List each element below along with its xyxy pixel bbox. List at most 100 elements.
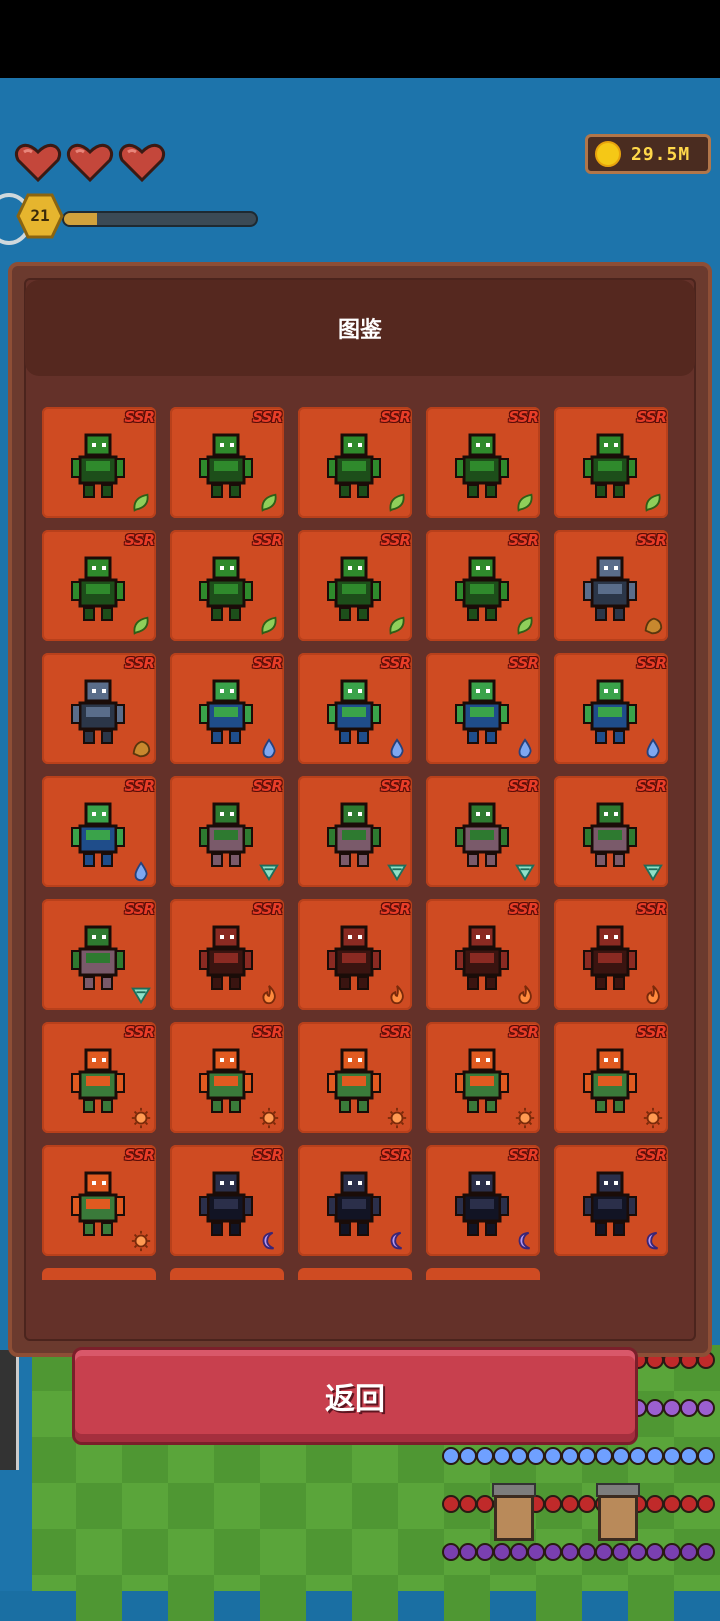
flower <box>629 1447 647 1465</box>
creature-card[interactable]: SSR <box>554 1145 668 1256</box>
fire-elemental-sprite <box>71 1048 125 1113</box>
creature-card[interactable]: SSR <box>426 1022 540 1133</box>
water-icon <box>390 738 404 759</box>
bat-sprite <box>583 802 637 867</box>
rarity-badge: SSR <box>508 1146 539 1164</box>
armored-wraith-sprite <box>583 1171 637 1236</box>
creature-card[interactable]: SSR <box>42 899 156 1010</box>
creature-card[interactable]: SSR <box>170 653 284 764</box>
flower <box>595 1543 613 1561</box>
rarity-badge: SSR <box>124 654 155 672</box>
leaf-icon <box>261 493 277 512</box>
creature-card[interactable]: SSR <box>298 1022 412 1133</box>
creature-card[interactable]: SSR <box>426 653 540 764</box>
sun-icon <box>131 1230 151 1252</box>
flower <box>680 1399 698 1417</box>
creature-card[interactable]: SSR <box>298 407 412 518</box>
creature-card[interactable]: SSR <box>170 1145 284 1256</box>
leaf-icon <box>389 493 405 512</box>
treant-large-sprite <box>455 556 509 621</box>
creature-card[interactable]: SSR <box>426 530 540 641</box>
flower <box>476 1447 494 1465</box>
creature-card[interactable]: SSR <box>298 776 412 887</box>
flower <box>527 1543 545 1561</box>
sun-icon <box>387 1107 407 1129</box>
earth-icon <box>132 740 151 758</box>
creature-card[interactable]: SSR <box>42 653 156 764</box>
creature-card[interactable]: SSR <box>42 530 156 641</box>
creature-card[interactable]: SSR <box>426 407 540 518</box>
horned-demon-sprite <box>455 925 509 990</box>
creature-card[interactable]: SSR <box>426 1145 540 1256</box>
rarity-badge: SSR <box>508 408 539 426</box>
lives-hearts <box>14 142 166 182</box>
goblin-sprite <box>199 556 253 621</box>
creature-card[interactable]: SSR <box>554 407 668 518</box>
leaf-icon <box>389 616 405 635</box>
rarity-badge: SSR <box>636 900 667 918</box>
creature-card-partial[interactable] <box>170 1268 284 1280</box>
orc-wolf-rider-sword-sprite <box>327 433 381 498</box>
creature-card[interactable]: SSR <box>554 1022 668 1133</box>
water-icon <box>134 861 148 882</box>
heart-icon <box>118 143 166 182</box>
creature-card[interactable]: SSR <box>426 899 540 1010</box>
creature-card-partial[interactable] <box>298 1268 412 1280</box>
return-button[interactable]: 返回 <box>72 1347 638 1445</box>
grass-tile <box>122 1529 168 1575</box>
coin-amount: 29.5M <box>631 143 691 165</box>
creature-card[interactable]: SSR <box>554 776 668 887</box>
creature-card[interactable]: SSR <box>42 407 156 518</box>
creature-card[interactable]: SSR <box>170 407 284 518</box>
creature-grid[interactable]: SSR SSR SSR SSR SSR SSR SSR SSR SSR SSR SSR SSR SSR S… <box>42 407 672 1287</box>
creature-card[interactable]: SSR <box>42 1022 156 1133</box>
grass-tile <box>76 1575 122 1621</box>
wind-icon <box>131 987 151 1005</box>
reaper-sprite <box>199 1171 253 1236</box>
moon-icon <box>646 1231 658 1250</box>
level-number: 21 <box>30 206 50 225</box>
grass-tile <box>30 1529 76 1575</box>
creature-card-partial[interactable] <box>42 1268 156 1280</box>
creature-card[interactable]: SSR <box>298 653 412 764</box>
tower-pillar <box>0 1350 19 1470</box>
creature-card[interactable]: SSR <box>170 776 284 887</box>
flower <box>442 1447 460 1465</box>
sun-icon <box>515 1107 535 1129</box>
creature-card[interactable]: SSR <box>554 530 668 641</box>
creature-card[interactable]: SSR <box>298 1145 412 1256</box>
moon-icon <box>390 1231 402 1250</box>
creature-card[interactable]: SSR <box>42 776 156 887</box>
grass-tile <box>168 1575 214 1621</box>
leaf-icon <box>133 616 149 635</box>
naga-sprite <box>455 679 509 744</box>
creature-card[interactable]: SSR <box>554 653 668 764</box>
flower <box>578 1543 596 1561</box>
rarity-badge: SSR <box>252 531 283 549</box>
creature-card[interactable]: SSR <box>298 530 412 641</box>
fire-icon <box>390 985 404 1005</box>
creature-card[interactable]: SSR <box>42 1145 156 1256</box>
flower <box>697 1495 715 1513</box>
creature-card[interactable]: SSR <box>170 1022 284 1133</box>
green-ogre-sprite <box>327 679 381 744</box>
rarity-badge: SSR <box>252 777 283 795</box>
imp-sprite <box>455 802 509 867</box>
rarity-badge: SSR <box>124 408 155 426</box>
creature-card-partial[interactable] <box>426 1268 540 1280</box>
flower <box>578 1495 596 1513</box>
creature-card[interactable]: SSR <box>170 530 284 641</box>
moon-icon <box>518 1231 530 1250</box>
flower <box>510 1543 528 1561</box>
grass-tile <box>352 1575 398 1621</box>
creature-card[interactable]: SSR <box>170 899 284 1010</box>
rarity-badge: SSR <box>124 900 155 918</box>
flower <box>680 1543 698 1561</box>
rarity-badge: SSR <box>252 1023 283 1041</box>
creature-card[interactable]: SSR <box>426 776 540 887</box>
creature-card[interactable]: SSR <box>298 899 412 1010</box>
flower <box>646 1495 664 1513</box>
page-title: 图鉴 <box>337 318 382 343</box>
creature-card[interactable]: SSR <box>554 899 668 1010</box>
flower <box>629 1543 647 1561</box>
